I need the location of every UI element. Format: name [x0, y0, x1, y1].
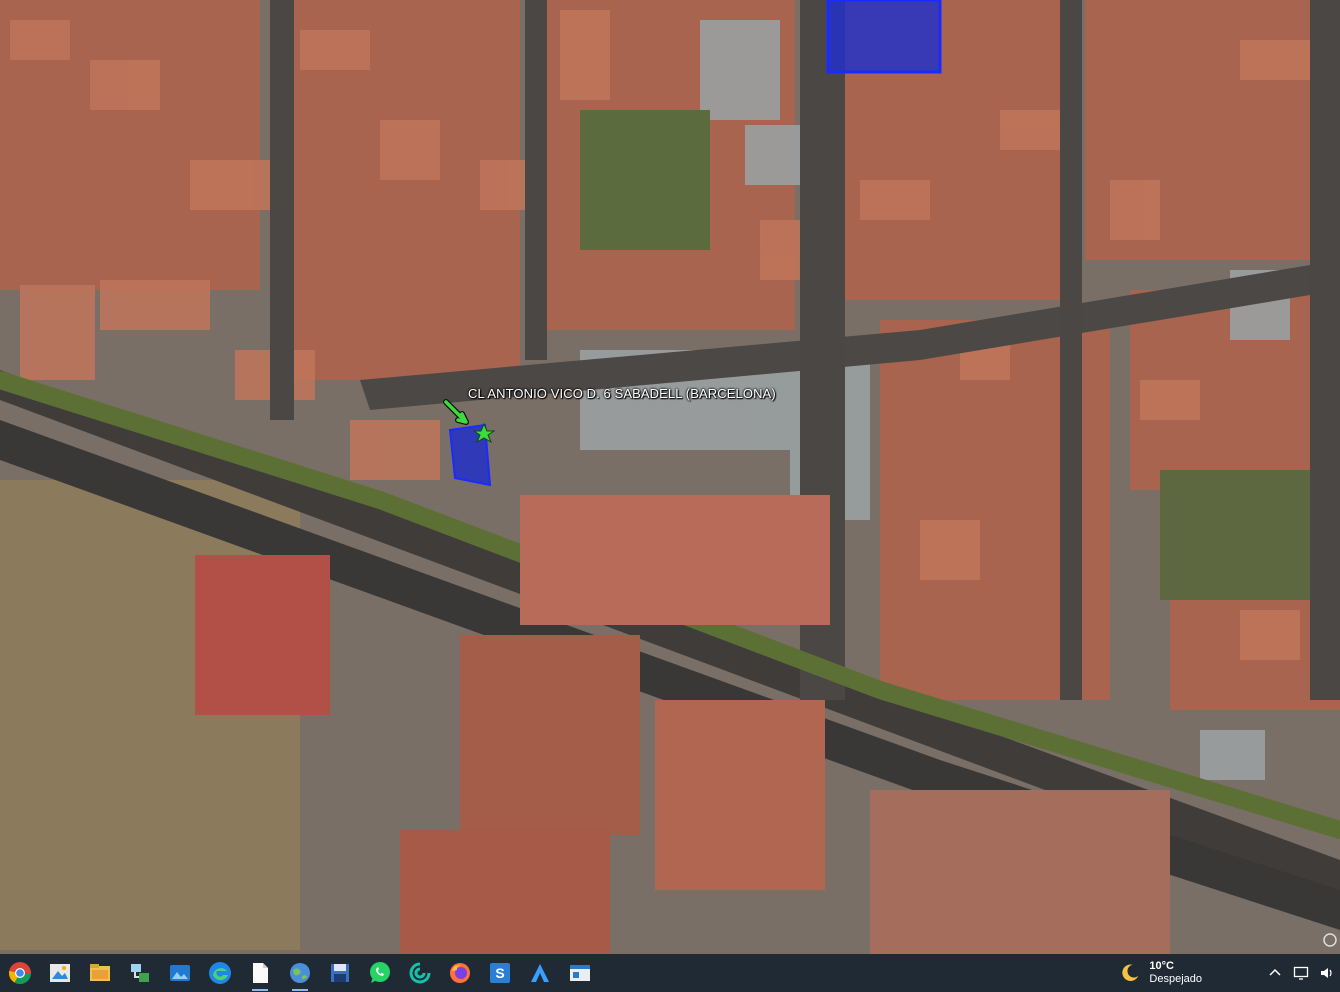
app-a-icon[interactable]	[520, 954, 560, 992]
weather-temperature: 10°C	[1149, 960, 1174, 972]
chrome-icon[interactable]	[0, 954, 40, 992]
firefox-icon[interactable]	[440, 954, 480, 992]
whatsapp-icon[interactable]	[360, 954, 400, 992]
edge-icon[interactable]	[200, 954, 240, 992]
windows-taskbar: S 10°C Despejado	[0, 954, 1340, 992]
document-icon[interactable]	[240, 954, 280, 992]
save-disk-icon[interactable]	[320, 954, 360, 992]
volume-icon[interactable]	[1314, 954, 1340, 992]
network-share-icon[interactable]	[120, 954, 160, 992]
svg-text:S: S	[495, 965, 504, 981]
moon-icon	[1122, 964, 1139, 981]
monitor-icon[interactable]	[1288, 954, 1314, 992]
window-app-icon[interactable]	[560, 954, 600, 992]
parcel-address-label: CL ANTONIO VICO D. 6 SABADELL (BARCELONA…	[468, 386, 776, 401]
weather-condition: Despejado	[1149, 973, 1202, 985]
chevron-up-icon[interactable]	[1262, 954, 1288, 992]
app-swirl-icon[interactable]	[400, 954, 440, 992]
app-s-icon[interactable]: S	[480, 954, 520, 992]
google-earth-icon[interactable]	[280, 954, 320, 992]
weather-widget[interactable]: 10°C Despejado	[1119, 960, 1202, 986]
photos-icon[interactable]	[160, 954, 200, 992]
image-viewer-icon[interactable]	[40, 954, 80, 992]
file-explorer-icon[interactable]	[80, 954, 120, 992]
satellite-map-view[interactable]: CL ANTONIO VICO D. 6 SABADELL (BARCELONA…	[0, 0, 1340, 954]
